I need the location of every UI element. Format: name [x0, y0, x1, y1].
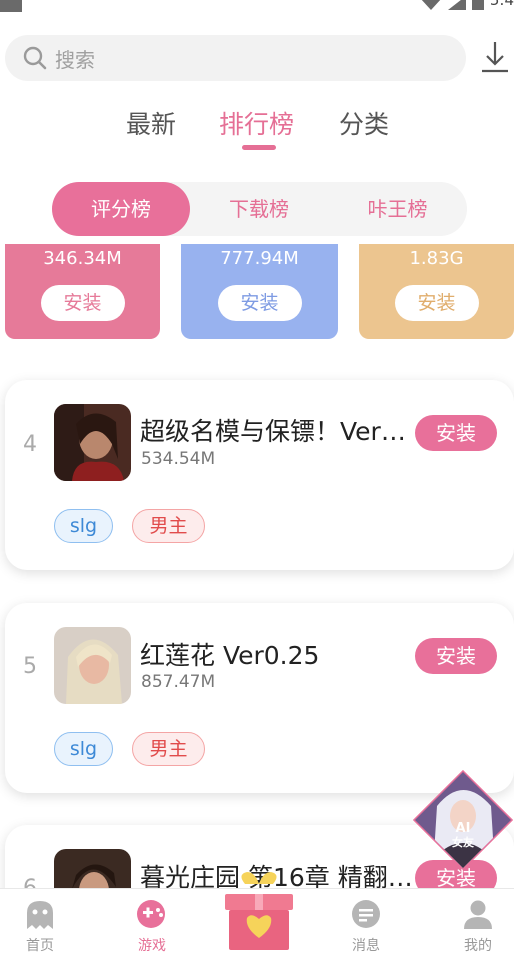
- gift-button[interactable]: [223, 868, 295, 953]
- game-title: 红莲花 Ver0.25: [140, 641, 320, 670]
- podium-card-2[interactable]: 777.94M 安装: [181, 244, 338, 339]
- battery-icon: [471, 0, 484, 10]
- gift-icon: [225, 872, 293, 950]
- install-button[interactable]: 安装: [415, 638, 497, 674]
- ai-badge-text-gf: 女友: [452, 835, 474, 849]
- ghost-icon: [27, 901, 53, 929]
- install-button[interactable]: 安装: [394, 285, 479, 321]
- podium-size: 1.83G: [409, 248, 464, 269]
- game-title: 超级名模与保镖！Ver0.2: [140, 417, 415, 446]
- game-thumbnail: [54, 404, 131, 481]
- signal-icon: [447, 0, 466, 10]
- install-button[interactable]: 安装: [415, 415, 497, 451]
- nav-label: 首页: [26, 938, 54, 954]
- podium-card-3[interactable]: 1.83G 安装: [359, 244, 514, 339]
- tab-latest[interactable]: 最新: [126, 105, 176, 141]
- status-icons: 5:4: [420, 0, 514, 10]
- tab-ranking[interactable]: 排行榜: [219, 105, 294, 141]
- rank-number: 5: [23, 654, 37, 679]
- wifi-icon: [421, 0, 441, 10]
- podium-card-1[interactable]: 346.34M 安装: [5, 244, 160, 339]
- tag-protagonist: 男主: [132, 509, 205, 543]
- message-icon: [352, 900, 380, 928]
- tab-indicator: [242, 145, 276, 150]
- nav-profile[interactable]: 我的: [438, 899, 514, 955]
- game-size: 857.47M: [141, 672, 216, 692]
- rank-number: 4: [23, 432, 37, 457]
- nav-label: 我的: [464, 938, 492, 954]
- nav-games[interactable]: 游戏: [112, 899, 192, 955]
- search-bar[interactable]: 搜索: [5, 35, 466, 81]
- tab-category[interactable]: 分类: [339, 105, 389, 141]
- nav-home[interactable]: 首页: [0, 899, 80, 955]
- ai-badge-text-ai: AI: [456, 821, 471, 836]
- search-placeholder: 搜索: [55, 47, 95, 72]
- ranking-segment-control: 评分榜 下载榜 咔王榜: [52, 182, 467, 236]
- game-thumbnail: [54, 627, 131, 704]
- segment-rating[interactable]: 评分榜: [52, 182, 190, 236]
- nav-label: 消息: [352, 938, 380, 954]
- nav-label: 游戏: [138, 938, 166, 954]
- list-item[interactable]: 4 超级名模与保镖！Ver0.2 534.54M 安装 slg 男主: [5, 380, 514, 570]
- podium-size: 777.94M: [220, 248, 299, 269]
- notification-icon: [0, 0, 22, 12]
- user-icon: [464, 900, 492, 929]
- podium-size: 346.34M: [43, 248, 122, 269]
- status-bar: 5:4: [0, 0, 514, 14]
- segment-king[interactable]: 咔王榜: [328, 182, 467, 236]
- gamepad-icon: [137, 900, 165, 928]
- install-button[interactable]: 安装: [40, 285, 125, 321]
- tag-genre: slg: [54, 732, 113, 766]
- ai-girlfriend-badge[interactable]: AI 女友: [412, 769, 514, 871]
- status-time: 5:4: [489, 0, 514, 9]
- tag-genre: slg: [54, 509, 113, 543]
- game-size: 534.54M: [141, 449, 216, 469]
- list-item[interactable]: 5 红莲花 Ver0.25 857.47M 安装 slg 男主: [5, 603, 514, 793]
- nav-messages[interactable]: 消息: [326, 899, 406, 955]
- search-icon: [23, 46, 47, 70]
- segment-downloads[interactable]: 下载榜: [190, 182, 328, 236]
- tag-protagonist: 男主: [132, 732, 205, 766]
- install-button[interactable]: 安装: [217, 285, 302, 321]
- download-icon[interactable]: [480, 40, 510, 74]
